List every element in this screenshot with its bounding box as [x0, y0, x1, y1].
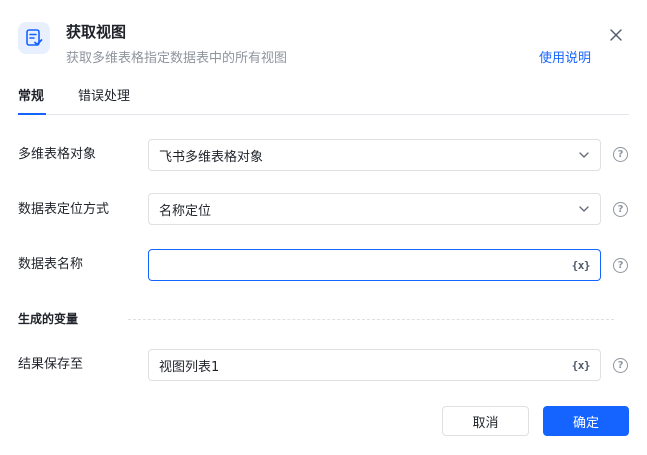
chevron-down-icon	[578, 203, 590, 215]
dialog-subtitle: 获取多维表格指定数据表中的所有视图	[66, 51, 288, 66]
output-section-title: 生成的变量	[18, 312, 79, 326]
variable-insert-button[interactable]: {x}	[572, 359, 591, 372]
close-icon[interactable]	[607, 26, 625, 44]
cancel-button[interactable]: 取消	[442, 406, 529, 436]
save-to-label: 结果保存至	[18, 357, 84, 372]
variable-insert-button[interactable]: {x}	[572, 259, 591, 272]
bitable-object-label: 多维表格对象	[18, 147, 97, 162]
tab-error-handling[interactable]: 错误处理	[78, 88, 130, 106]
section-divider	[128, 319, 614, 320]
help-icon[interactable]: ?	[613, 358, 628, 373]
table-name-label: 数据表名称	[18, 257, 84, 272]
chevron-down-icon	[578, 149, 590, 161]
help-icon[interactable]: ?	[613, 147, 628, 162]
bitable-object-value: 飞书多维表格对象	[159, 149, 264, 165]
locate-method-value: 名称定位	[159, 203, 212, 219]
locate-method-label: 数据表定位方式	[18, 202, 110, 217]
active-tab-indicator	[18, 113, 46, 115]
dialog-title: 获取视图	[66, 23, 127, 41]
help-link[interactable]: 使用说明	[539, 50, 591, 68]
bitable-object-select[interactable]: 飞书多维表格对象	[148, 139, 601, 171]
tab-bar: 常规 错误处理	[18, 88, 629, 115]
table-name-input[interactable]: {x}	[148, 249, 601, 281]
tab-general[interactable]: 常规	[18, 88, 44, 106]
locate-method-select[interactable]: 名称定位	[148, 193, 601, 225]
help-icon[interactable]: ?	[613, 258, 628, 273]
save-to-value: 视图列表1	[159, 359, 220, 375]
view-list-icon	[18, 22, 50, 54]
help-icon[interactable]: ?	[613, 202, 628, 217]
save-to-input[interactable]: 视图列表1 {x}	[148, 349, 601, 381]
confirm-button[interactable]: 确定	[543, 406, 629, 436]
